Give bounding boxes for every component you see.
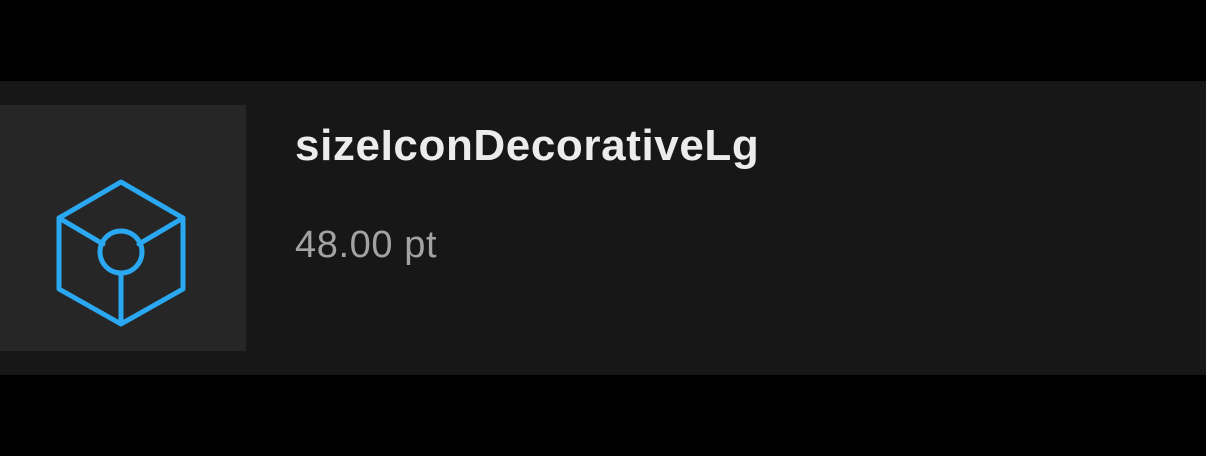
- token-value: 48.00 pt: [295, 224, 438, 266]
- page: sizeIconDecorativeLg 48.00 pt: [0, 0, 1206, 456]
- icon-preview-tile: [0, 105, 246, 351]
- token-name: sizeIconDecorativeLg: [295, 121, 760, 170]
- token-row[interactable]: sizeIconDecorativeLg 48.00 pt: [0, 81, 1206, 375]
- cube-icon: [56, 179, 186, 327]
